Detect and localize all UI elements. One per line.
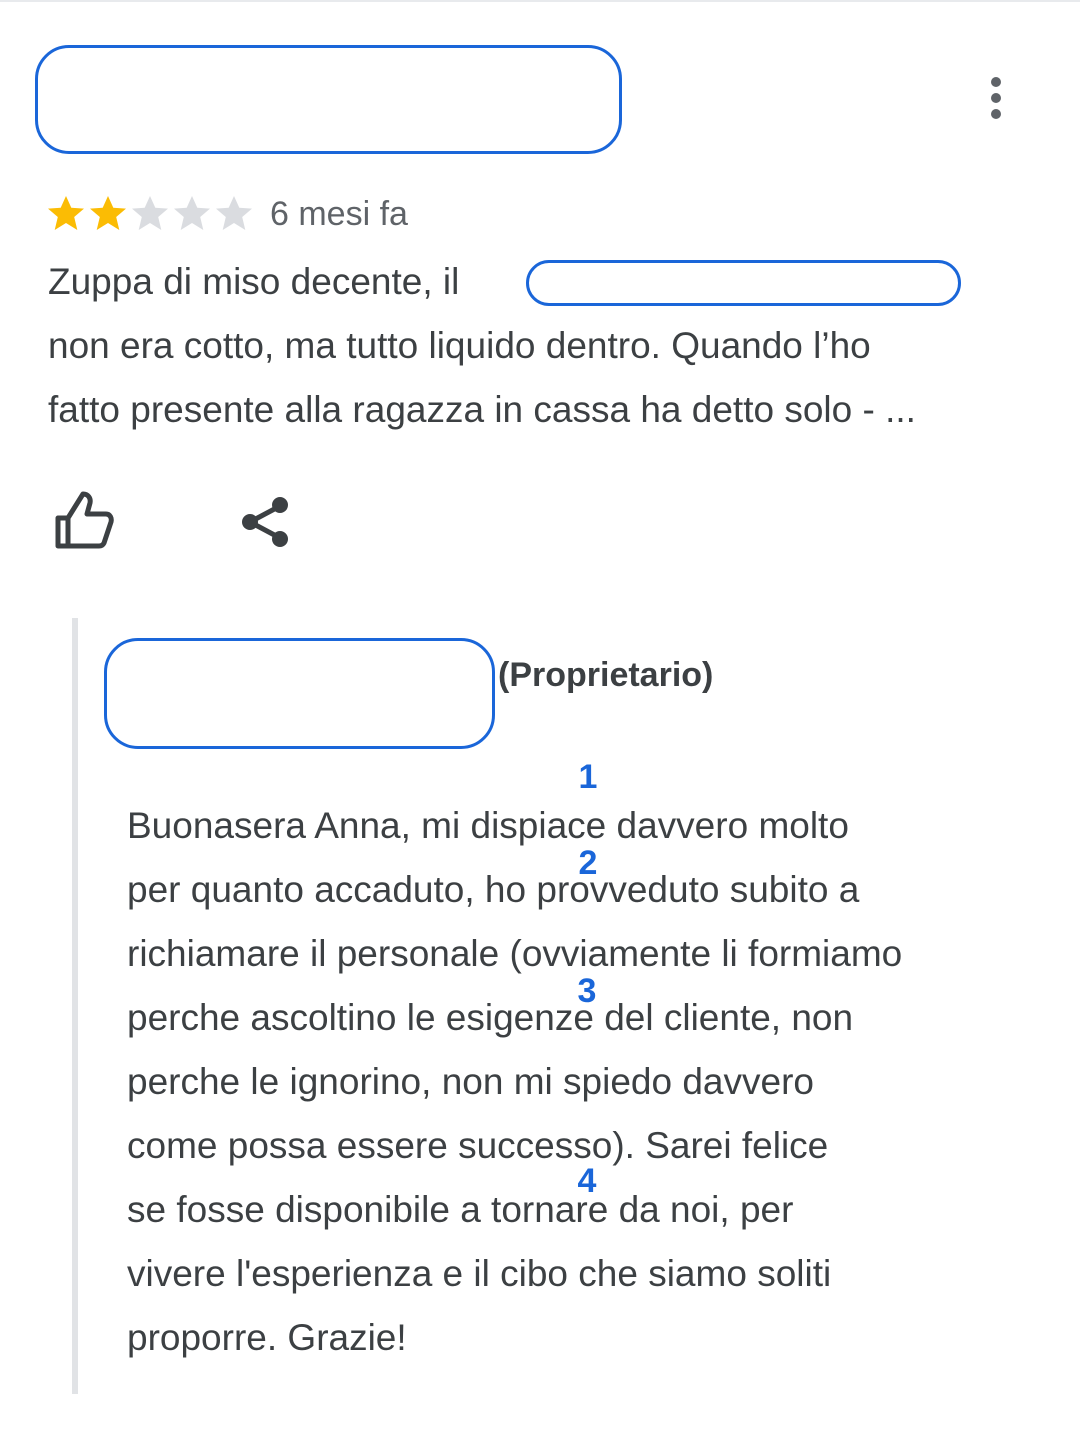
star-filled-icon	[46, 194, 86, 234]
redacted-owner-name	[104, 638, 495, 749]
review-text-line: non era cotto, ma tutto liquido dentro. …	[48, 325, 871, 366]
share-button[interactable]	[236, 492, 296, 552]
reply-text-line: proporre. Grazie!	[127, 1317, 407, 1358]
star-empty-icon	[130, 194, 170, 234]
annotation-marker-3: 3	[577, 972, 597, 1010]
redacted-reviewer-name	[35, 45, 622, 154]
reply-text-line: vivere l'esperienza e il cibo che siamo …	[127, 1253, 832, 1294]
review-time: 6 mesi fa	[270, 195, 408, 233]
annotation-marker-1: 1	[578, 758, 598, 796]
review-text-line[interactable]: fatto presente alla ragazza in cassa ha …	[48, 378, 1038, 442]
star-filled-icon	[88, 194, 128, 234]
redacted-inline-text	[526, 260, 961, 306]
share-icon	[242, 497, 288, 547]
owner-label: (Proprietario)	[498, 656, 714, 694]
more-vert-icon-dot	[991, 93, 1001, 103]
like-button[interactable]	[50, 488, 118, 552]
star-rating	[46, 192, 256, 236]
star-empty-icon	[214, 194, 254, 234]
more-vert-icon-dot	[991, 109, 1001, 119]
star-empty-icon	[172, 194, 212, 234]
reply-text-line: perche le ignorino, non mi spiedo davver…	[127, 1061, 814, 1102]
annotation-marker-2: 2	[578, 844, 598, 882]
more-vert-icon	[991, 77, 1001, 87]
reply-indent-bar	[72, 618, 78, 1394]
more-options-button[interactable]	[970, 72, 1022, 124]
thumb-up-icon	[55, 491, 114, 549]
annotation-marker-4: 4	[577, 1162, 597, 1200]
top-divider	[0, 0, 1080, 2]
